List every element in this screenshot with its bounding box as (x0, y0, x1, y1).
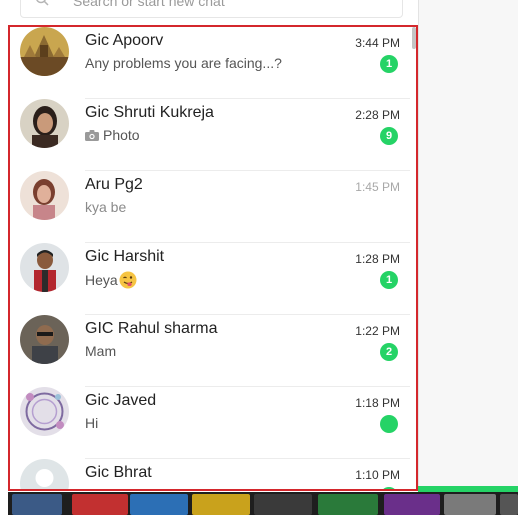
chat-time: 1:22 PM (355, 324, 400, 338)
avatar[interactable] (20, 99, 69, 148)
chat-item-gic-apoorv[interactable]: Gic Apoorv 3:44 PM Any problems you are … (10, 27, 416, 99)
taskbar (8, 492, 518, 515)
scrollbar-thumb[interactable] (412, 27, 416, 49)
unread-badge: 9 (380, 127, 398, 145)
chat-item-gic-shruti-kukreja[interactable]: Gic Shruti Kukreja 2:28 PM Photo 9 (10, 99, 416, 171)
taskbar-app-icon[interactable] (72, 494, 128, 515)
chat-preview-text: Photo (103, 127, 140, 143)
chat-preview-text: Any problems you are facing...? (85, 55, 282, 71)
chat-preview-text: kya be (85, 199, 127, 215)
taskbar-app-icon[interactable] (254, 494, 312, 515)
chat-preview: kya be (85, 199, 126, 215)
winking-tongue-emoji-icon (119, 271, 137, 289)
chat-item-gic-rahul-sharma[interactable]: GIC Rahul sharma 1:22 PM Mam 2 (10, 315, 416, 387)
camera-icon (85, 129, 99, 141)
unread-badge (380, 487, 398, 489)
taskbar-app-icon[interactable] (500, 494, 518, 515)
chat-time: 1:28 PM (355, 252, 400, 266)
chat-item-aru-pg2[interactable]: Aru Pg2 1:45 PM kya be (10, 171, 416, 243)
search-icon (36, 0, 49, 6)
chat-item-gic-harshit[interactable]: Gic Harshit 1:28 PM Heya 1 (10, 243, 416, 315)
chat-time: 1:45 PM (355, 180, 400, 194)
taskbar-app-icon[interactable] (444, 494, 496, 515)
chat-item-gic-javed[interactable]: Gic Javed 1:18 PM Hi (10, 387, 416, 459)
avatar[interactable] (20, 387, 69, 436)
avatar[interactable] (20, 459, 69, 489)
chat-name: GIC Rahul sharma (85, 320, 218, 337)
chat-list[interactable]: Gic Apoorv 3:44 PM Any problems you are … (8, 25, 418, 491)
chat-name: Gic Javed (85, 392, 157, 409)
search-input[interactable]: Search or start new chat (20, 0, 403, 18)
avatar[interactable] (20, 243, 69, 292)
unread-badge: 1 (380, 271, 398, 289)
avatar[interactable] (20, 171, 69, 220)
chat-preview-text: Heya (85, 272, 118, 288)
chat-time: 2:28 PM (355, 108, 400, 122)
taskbar-app-icon[interactable] (192, 494, 250, 515)
chat-preview: Photo (85, 127, 140, 143)
conversation-pane (418, 0, 518, 486)
unread-badge (380, 415, 398, 433)
chat-preview-text: Hi (85, 415, 99, 431)
chat-preview: Mam (85, 343, 116, 359)
avatar[interactable] (20, 27, 69, 76)
taskbar-app-icon[interactable] (12, 494, 62, 515)
taskbar-app-icon[interactable] (130, 494, 188, 515)
chat-preview: Any problems you are facing...? (85, 55, 282, 71)
chat-name: Aru Pg2 (85, 176, 143, 193)
chat-name: Gic Shruti Kukreja (85, 104, 214, 121)
chat-preview: Heya (85, 271, 137, 289)
chat-time: 1:18 PM (355, 396, 400, 410)
taskbar-app-icon[interactable] (384, 494, 440, 515)
chat-time: 1:10 PM (355, 468, 400, 482)
chat-name: Gic Harshit (85, 248, 165, 265)
chat-time: 3:44 PM (355, 36, 400, 50)
chat-preview: Hi (85, 415, 98, 431)
search-placeholder: Search or start new chat (73, 0, 225, 9)
chat-preview-text: Mam (85, 343, 117, 359)
avatar[interactable] (20, 315, 69, 364)
unread-badge: 2 (380, 343, 398, 361)
chat-item-gic-bhrat[interactable]: Gic Bhrat 1:10 PM (10, 459, 416, 489)
unread-badge: 1 (380, 55, 398, 73)
chat-name: Gic Bhrat (85, 464, 152, 481)
chat-name: Gic Apoorv (85, 32, 164, 49)
taskbar-app-icon[interactable] (318, 494, 378, 515)
